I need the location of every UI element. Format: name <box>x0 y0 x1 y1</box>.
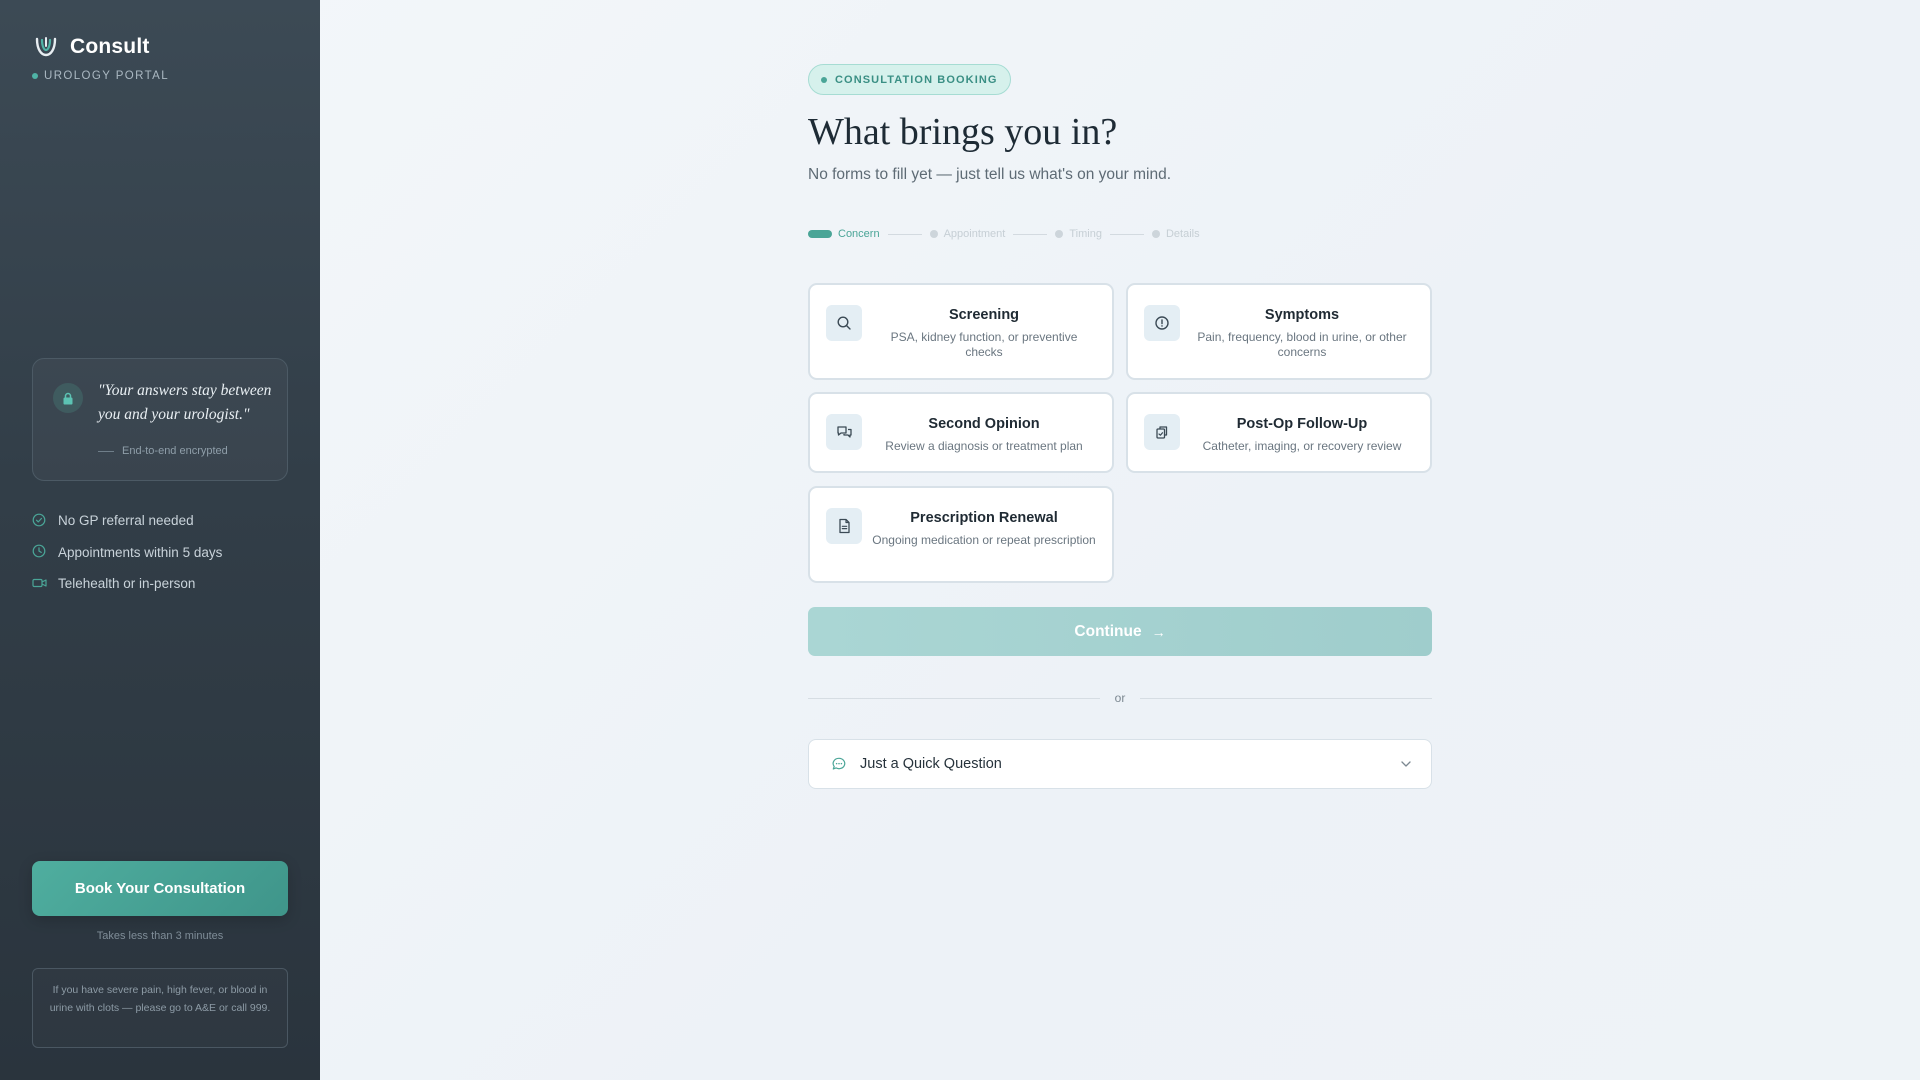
badge-label: CONSULTATION BOOKING <box>835 73 998 86</box>
step-indicator <box>929 230 938 238</box>
option-card-screening[interactable]: Screening PSA, kidney function, or preve… <box>808 283 1114 380</box>
feature-label: Telehealth or in-person <box>58 576 196 592</box>
brand[interactable]: Consult <box>32 33 150 61</box>
or-divider: or <box>808 690 1433 706</box>
portal-label-text: UROLOGY PORTAL <box>44 70 170 82</box>
option-title: Post-Op Follow-Up <box>1236 416 1368 432</box>
option-description: Catheter, imaging, or recovery review <box>1202 439 1402 453</box>
consult-logo-icon <box>32 33 60 61</box>
consultation-booking-badge: CONSULTATION BOOKING <box>808 64 1011 95</box>
continue-label: Continue <box>1074 622 1142 640</box>
step-details[interactable]: Details <box>1151 228 1200 240</box>
option-description: PSA, kidney function, or preventive chec… <box>890 330 1078 359</box>
badge-dot <box>821 76 827 83</box>
step-label: Appointment <box>943 228 1006 240</box>
option-card-prescription-renewal[interactable]: Prescription Renewal Ongoing medication … <box>808 486 1114 583</box>
step-connector <box>1109 233 1144 235</box>
feature-label: Appointments within 5 days <box>58 544 223 560</box>
sidebar: Consult UROLOGY PORTAL "Your answers sta… <box>0 0 320 1080</box>
chevron-down-icon <box>1399 757 1413 771</box>
arrow-right-icon: → <box>1151 623 1166 640</box>
continue-button[interactable]: Continue → <box>808 607 1432 656</box>
page-subtitle: No forms to fill yet — just tell us what… <box>808 166 1172 183</box>
portal-label: UROLOGY PORTAL <box>32 70 169 82</box>
option-card-symptoms[interactable]: Symptoms Pain, frequency, blood in urine… <box>1126 283 1432 380</box>
encryption-note: End-to-end encrypted <box>122 445 228 457</box>
step-connector <box>1013 233 1048 235</box>
privacy-quote-card: "Your answers stay between you and your … <box>32 358 288 481</box>
privacy-quote: "Your answers stay between you and your … <box>98 382 272 423</box>
feature-item: Telehealth or in-person <box>32 568 222 600</box>
clock-icon <box>32 544 48 560</box>
step-appointment[interactable]: Appointment <box>929 228 1006 240</box>
option-description: Ongoing medication or repeat prescriptio… <box>872 533 1096 547</box>
quote-footer: End-to-end encrypted <box>98 445 228 457</box>
option-title: Second Opinion <box>928 416 1040 432</box>
chat-bubble-icon <box>831 756 847 772</box>
step-indicator <box>1151 230 1160 238</box>
feature-item: Appointments within 5 days <box>32 537 222 569</box>
divider-line <box>808 697 1100 699</box>
option-title: Symptoms <box>1264 307 1340 323</box>
step-connector <box>887 233 922 235</box>
divider-line <box>1140 697 1433 699</box>
brand-name: Consult <box>70 35 150 58</box>
status-dot <box>32 73 38 79</box>
or-text: or <box>1114 691 1126 705</box>
quick-question-label: Just a Quick Question <box>860 756 1002 772</box>
chat-bubbles-icon <box>826 414 862 450</box>
feature-item: No GP referral needed <box>32 505 222 537</box>
option-title: Screening <box>948 307 1020 323</box>
feature-list: No GP referral needed Appointments withi… <box>32 505 222 600</box>
step-indicator <box>808 230 832 238</box>
step-label: Concern <box>838 228 880 240</box>
emergency-notice: If you have severe pain, high fever, or … <box>32 968 288 1048</box>
divider <box>98 450 114 452</box>
step-label: Timing <box>1069 228 1102 240</box>
lock-icon <box>53 383 83 413</box>
book-consultation-button[interactable]: Book Your Consultation <box>32 861 288 916</box>
alert-circle-icon <box>1144 305 1180 341</box>
progress-steps: Concern Appointment Timing Details <box>808 226 1200 242</box>
feature-label: No GP referral needed <box>58 513 194 529</box>
check-circle-icon <box>32 513 48 529</box>
option-card-second-opinion[interactable]: Second Opinion Review a diagnosis or tre… <box>808 392 1114 473</box>
option-card-post-op-follow-up[interactable]: Post-Op Follow-Up Catheter, imaging, or … <box>1126 392 1432 473</box>
book-subtext: Takes less than 3 minutes <box>96 930 224 942</box>
page-title: What brings you in? <box>808 111 1118 153</box>
option-description: Review a diagnosis or treatment plan <box>885 439 1083 453</box>
document-icon <box>826 508 862 544</box>
step-label: Details <box>1165 228 1200 240</box>
step-timing[interactable]: Timing <box>1055 228 1102 240</box>
step-concern[interactable]: Concern <box>808 228 880 240</box>
step-indicator <box>1055 230 1064 238</box>
quick-question-dropdown[interactable]: Just a Quick Question <box>808 739 1432 789</box>
option-description: Pain, frequency, blood in urine, or othe… <box>1197 330 1407 359</box>
search-icon <box>826 305 862 341</box>
clipboard-copy-icon <box>1144 414 1180 450</box>
option-title: Prescription Renewal <box>910 510 1058 526</box>
video-camera-icon <box>32 576 48 592</box>
